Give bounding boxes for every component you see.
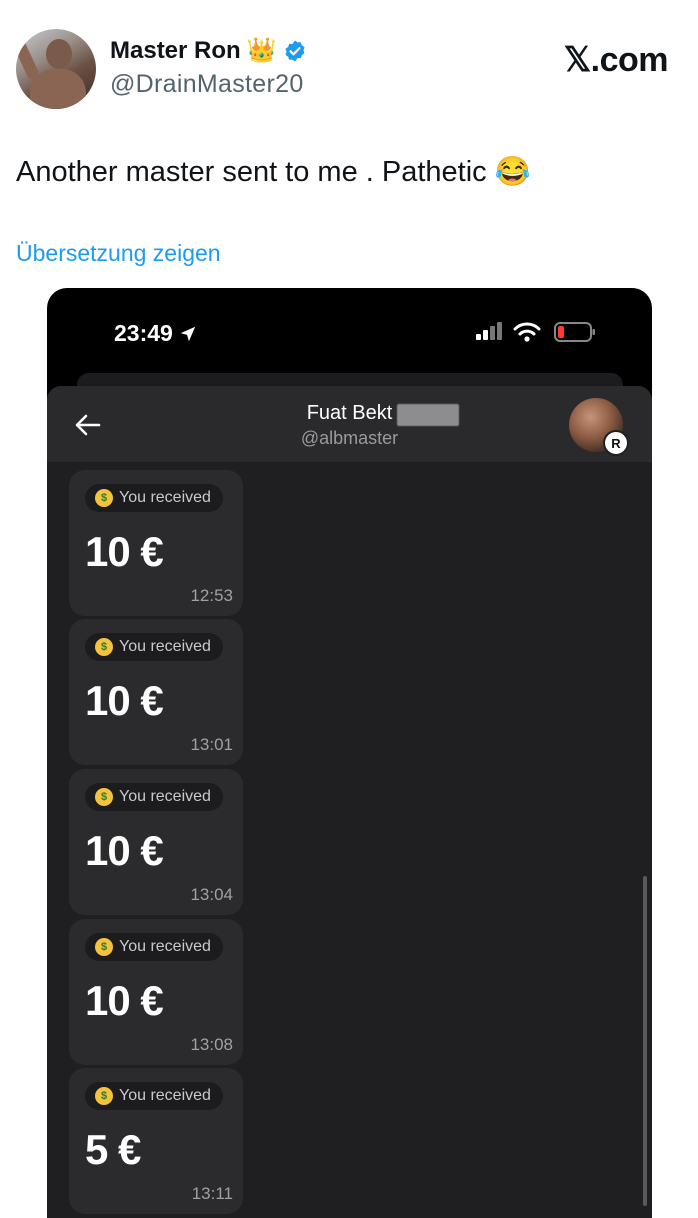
location-arrow-icon [180, 326, 196, 341]
redaction-blur [397, 404, 459, 426]
payment-amount: 10 € [85, 827, 164, 874]
attached-screenshot[interactable]: 23:49 Fuat Bekt @albmaster R $ You recei… [47, 288, 652, 1218]
received-label: You received [119, 788, 211, 805]
payment-amount: 5 € [85, 1126, 141, 1173]
contact-name[interactable]: Fuat Bekt [47, 402, 652, 425]
payment-amount: 10 € [85, 677, 164, 724]
payment-time: 13:08 [190, 1035, 233, 1054]
cellular-signal-icon [476, 322, 502, 340]
money-face-icon: $ [95, 489, 113, 507]
author-display-name[interactable]: Master Ron [110, 37, 241, 65]
payment-card[interactable]: $ You received 10 € 13:04 [69, 769, 243, 915]
payment-card[interactable]: $ You received 10 € 12:53 [69, 470, 243, 616]
r-badge-icon: R [603, 430, 629, 456]
payment-time: 13:04 [190, 885, 233, 904]
received-label: You received [119, 638, 211, 655]
battery-low-icon [554, 322, 595, 342]
scrollbar[interactable] [643, 876, 647, 1206]
money-face-icon: $ [95, 938, 113, 956]
payment-time: 13:11 [191, 1184, 233, 1203]
received-pill: $ You received [85, 1082, 223, 1110]
payment-time: 12:53 [190, 586, 233, 605]
clock-text: 23:49 [114, 320, 173, 346]
author-name-row[interactable]: Master Ron 👑 [110, 37, 307, 65]
author-avatar[interactable] [16, 29, 96, 109]
received-label: You received [119, 1087, 211, 1104]
payment-card[interactable]: $ You received 10 € 13:08 [69, 919, 243, 1065]
money-face-icon: $ [95, 1087, 113, 1105]
contact-handle[interactable]: @albmaster [47, 428, 652, 449]
tweet-text: Another master sent to me . Pathetic 😂 [16, 156, 531, 188]
payment-amount: 10 € [85, 977, 164, 1024]
payment-card[interactable]: $ You received 10 € 13:01 [69, 619, 243, 765]
translate-link[interactable]: Übersetzung zeigen [16, 240, 221, 267]
chat-view: Fuat Bekt @albmaster R $ You received 10… [47, 386, 652, 1218]
verified-badge-icon [285, 40, 305, 62]
received-pill: $ You received [85, 783, 223, 811]
received-pill: $ You received [85, 933, 223, 961]
payment-time: 13:01 [190, 735, 233, 754]
payment-card[interactable]: $ You received 5 € 13:11 [69, 1068, 243, 1214]
received-pill: $ You received [85, 633, 223, 661]
chat-header: Fuat Bekt @albmaster R [47, 386, 652, 462]
x-logo[interactable]: 𝕏.com [564, 40, 669, 80]
received-label: You received [119, 489, 211, 506]
received-label: You received [119, 938, 211, 955]
wifi-icon [513, 322, 541, 342]
money-face-icon: $ [95, 788, 113, 806]
money-face-icon: $ [95, 638, 113, 656]
status-bar-time: 23:49 [114, 320, 197, 347]
payment-amount: 10 € [85, 528, 164, 575]
crown-icon: 👑 [246, 37, 277, 64]
received-pill: $ You received [85, 484, 223, 512]
author-handle[interactable]: @DrainMaster20 [110, 70, 304, 99]
